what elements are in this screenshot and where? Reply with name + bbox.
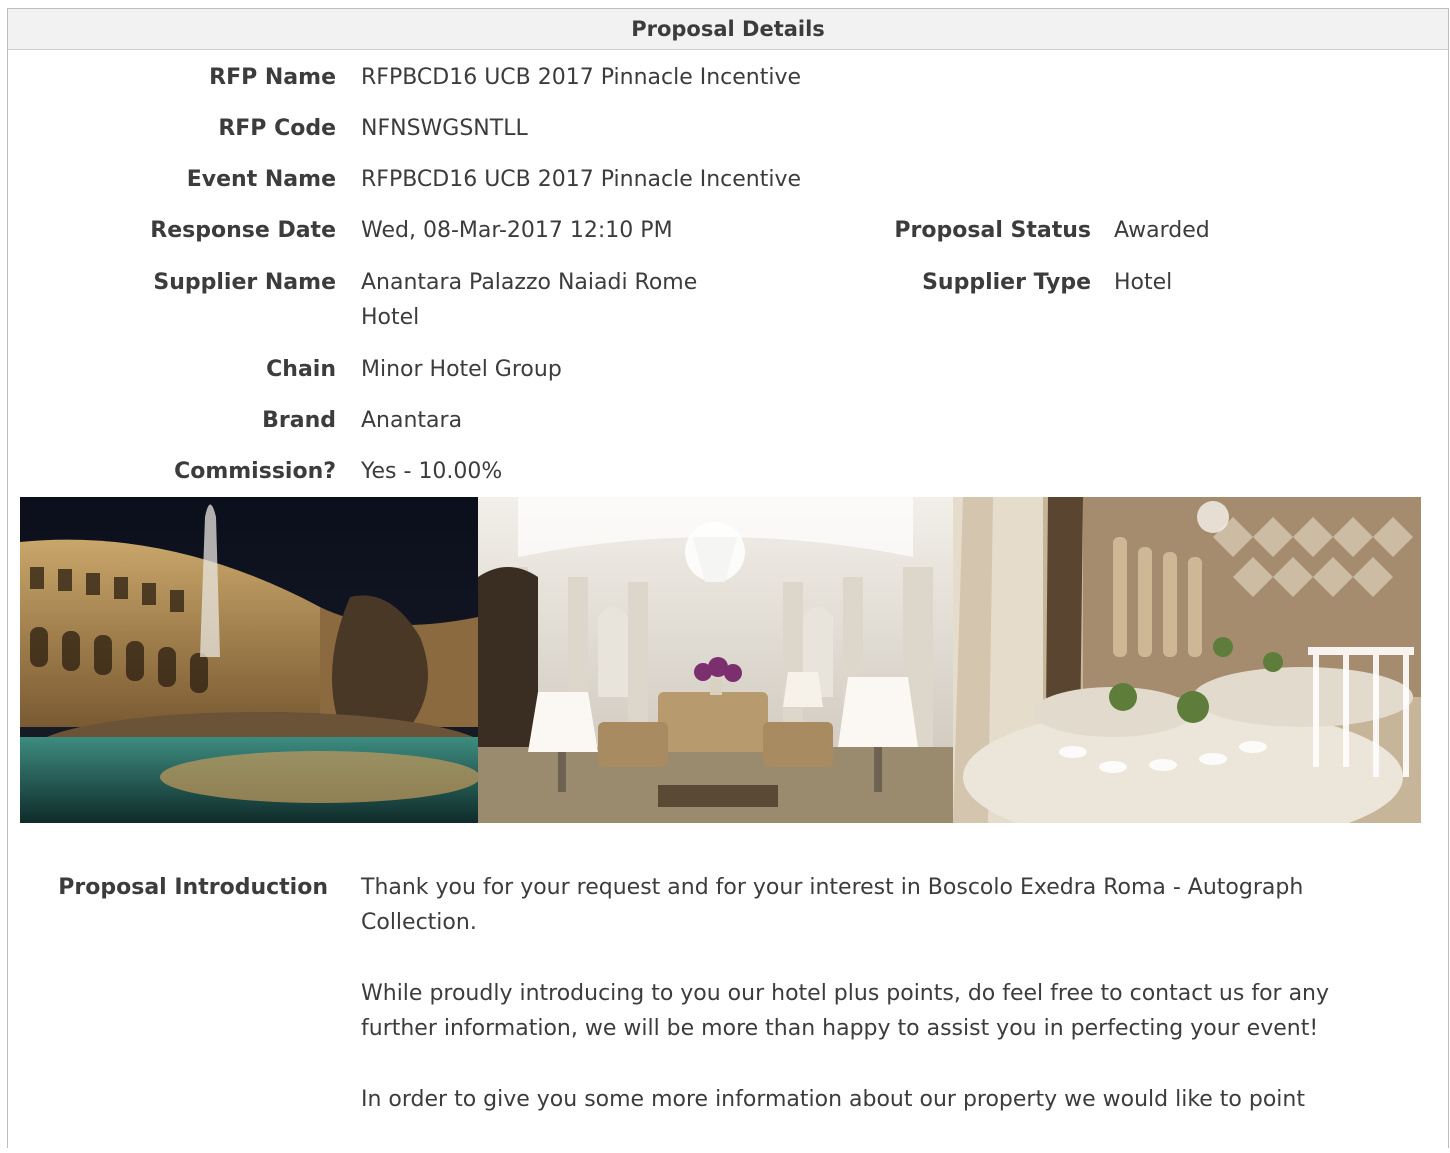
row-brand: Brand Anantara <box>0 403 1450 438</box>
row-supplier-name: Supplier Name Anantara Palazzo Naiadi Ro… <box>0 265 1450 335</box>
row-commission: Commission? Yes - 10.00% <box>0 454 1450 489</box>
hotel-photo-strip <box>20 497 1421 823</box>
hotel-exterior-fountain-photo <box>20 497 478 823</box>
row-rfp-code: RFP Code NFNSWGSNTLL <box>0 111 1450 146</box>
chain-value: Minor Hotel Group <box>361 357 562 382</box>
row-rfp-name: RFP Name RFPBCD16 UCB 2017 Pinnacle Ince… <box>0 60 1450 95</box>
proposal-status-value: Awarded <box>1114 218 1210 243</box>
rfp-code-label: RFP Code <box>218 116 336 141</box>
rfp-name-label: RFP Name <box>209 65 336 90</box>
chain-label: Chain <box>266 357 336 382</box>
brand-value: Anantara <box>361 408 463 433</box>
row-chain: Chain Minor Hotel Group <box>0 352 1450 387</box>
response-date-label: Response Date <box>150 218 336 243</box>
intro-paragraph-2: While proudly introducing to you our hot… <box>361 981 1330 1041</box>
commission-value: Yes - 10.00% <box>361 459 503 484</box>
supplier-name-value-line1: Anantara Palazzo Naiadi Rome <box>361 270 698 295</box>
supplier-name-value-line2: Hotel <box>361 305 420 330</box>
intro-paragraph-3: In order to give you some more informati… <box>361 1087 1305 1112</box>
supplier-name-label: Supplier Name <box>153 270 336 295</box>
supplier-type-label: Supplier Type <box>922 270 1091 295</box>
intro-paragraph-1: Thank you for your request and for your … <box>361 875 1304 935</box>
row-event-name: Event Name RFPBCD16 UCB 2017 Pinnacle In… <box>0 162 1450 197</box>
event-name-value: RFPBCD16 UCB 2017 Pinnacle Incentive <box>361 167 802 192</box>
proposal-introduction-label: Proposal Introduction <box>58 875 328 900</box>
hotel-banquet-hall-photo <box>953 497 1421 823</box>
rfp-code-value: NFNSWGSNTLL <box>361 116 528 141</box>
hotel-lobby-chandelier-photo <box>478 497 953 823</box>
row-response-date: Response Date Wed, 08-Mar-2017 12:10 PM … <box>0 213 1450 248</box>
panel-title: Proposal Details <box>8 9 1448 50</box>
brand-label: Brand <box>262 408 336 433</box>
proposal-introduction-body: Thank you for your request and for your … <box>361 870 1401 1153</box>
response-date-value: Wed, 08-Mar-2017 12:10 PM <box>361 218 673 243</box>
event-name-label: Event Name <box>186 167 336 192</box>
supplier-type-value: Hotel <box>1114 270 1173 295</box>
proposal-status-label: Proposal Status <box>894 218 1091 243</box>
rfp-name-value: RFPBCD16 UCB 2017 Pinnacle Incentive <box>361 65 802 90</box>
commission-label: Commission? <box>174 459 336 484</box>
